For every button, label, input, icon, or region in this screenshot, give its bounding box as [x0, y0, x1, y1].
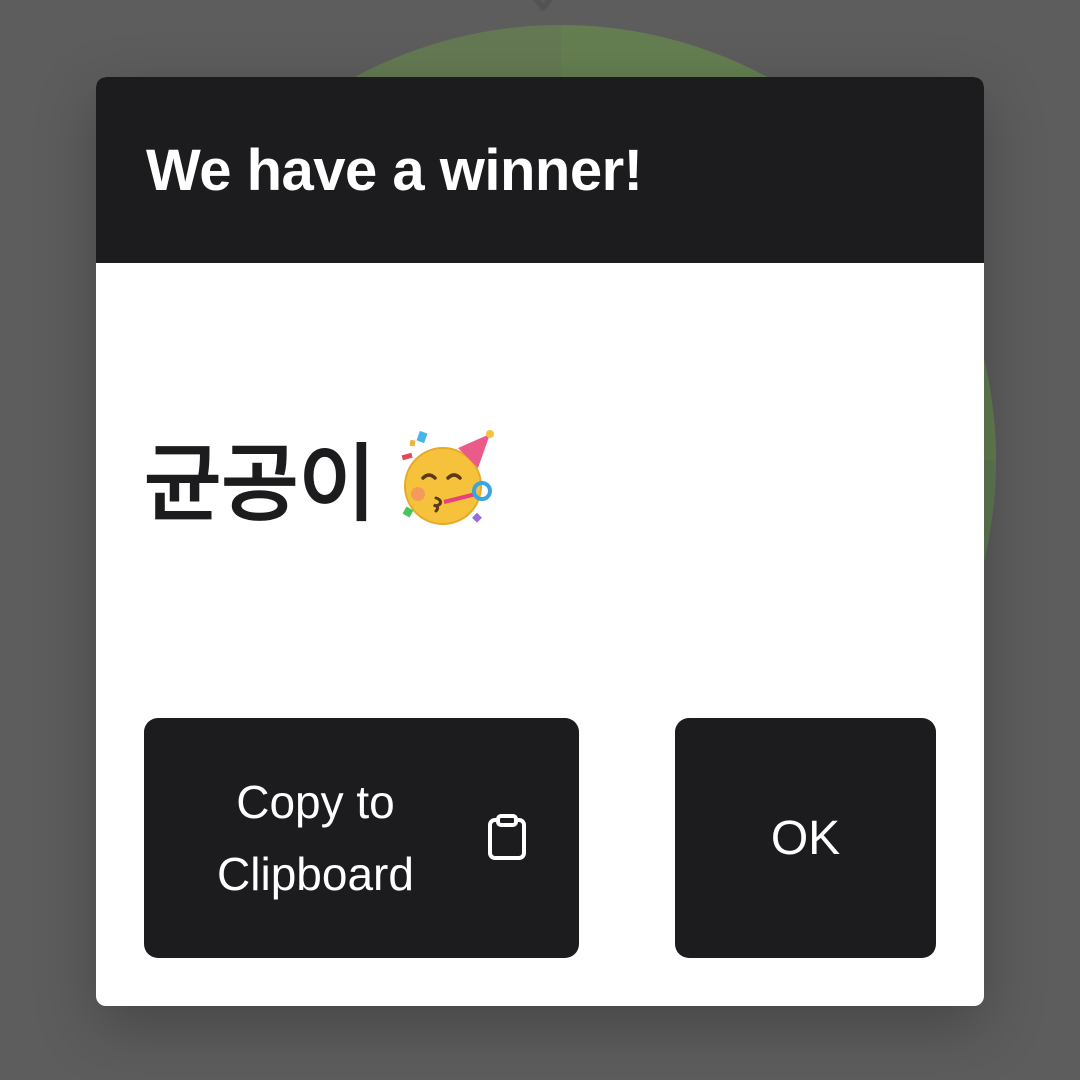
app-screen: We have a winner! 균공이 Copy to Clipboard …: [0, 0, 1080, 1080]
copy-label-line2: Clipboard: [217, 848, 414, 900]
dialog-header: We have a winner!: [96, 77, 984, 263]
clipboard-icon: [487, 814, 526, 860]
party-face-icon: [401, 429, 494, 525]
copy-button-label: Copy to Clipboard: [196, 766, 436, 910]
winner-dialog: We have a winner! 균공이 Copy to Clipboard …: [96, 77, 984, 1006]
copy-label-line1: Copy to: [236, 776, 395, 828]
ok-button[interactable]: OK: [675, 718, 936, 958]
dialog-title: We have a winner!: [146, 137, 643, 203]
winner-display: 균공이: [144, 417, 498, 538]
winner-name: 균공이: [144, 435, 376, 533]
copy-to-clipboard-button[interactable]: Copy to Clipboard: [144, 718, 579, 958]
ok-button-label: OK: [770, 811, 841, 865]
